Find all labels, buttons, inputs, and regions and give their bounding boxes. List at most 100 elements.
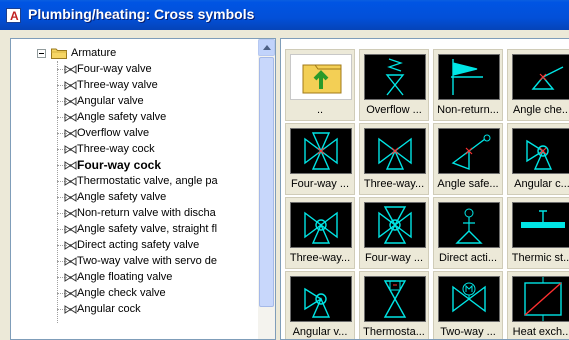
four-way-valve-icon bbox=[290, 128, 352, 174]
tree-item[interactable]: Four-way cock bbox=[11, 157, 258, 173]
symbol-tile[interactable]: Angle che... bbox=[507, 49, 569, 121]
tree-item[interactable]: Direct acting safety valve bbox=[11, 237, 258, 253]
tree-item-label: Angle safety valve, straight fl bbox=[77, 223, 218, 235]
symbol-tile-caption: Angular c... bbox=[514, 178, 569, 190]
symbol-grid[interactable]: .. Overflow ... Non-return... Angle che... F… bbox=[280, 38, 569, 340]
valve-symbol-icon bbox=[64, 241, 77, 250]
tree-item-label: Four-way cock bbox=[77, 158, 162, 172]
valve-symbol-icon bbox=[64, 65, 77, 74]
scroll-thumb[interactable] bbox=[259, 57, 274, 307]
tree-item[interactable]: Four-way valve bbox=[11, 61, 258, 77]
angle-check-valve-icon bbox=[512, 54, 569, 100]
symbol-tile[interactable]: Three-way... bbox=[359, 123, 429, 195]
tree-item[interactable]: Angle safety valve bbox=[11, 189, 258, 205]
symbol-tile-caption: Angular v... bbox=[292, 326, 348, 338]
tree-item-label: Angle safety valve bbox=[77, 111, 167, 123]
symbol-tile[interactable]: Non-return... bbox=[433, 49, 503, 121]
folder-icon bbox=[51, 48, 67, 59]
symbol-tile[interactable]: Two-way ... bbox=[433, 271, 503, 339]
direct-acting-valve-icon bbox=[438, 202, 500, 248]
symbol-tile[interactable]: Four-way ... bbox=[285, 123, 355, 195]
tree-item[interactable]: Angle safety valve, straight fl bbox=[11, 221, 258, 237]
valve-symbol-icon bbox=[64, 257, 77, 266]
symbol-tile[interactable]: Thermosta... bbox=[359, 271, 429, 339]
valve-symbol-icon bbox=[64, 289, 77, 298]
symbol-tile-caption: Heat exch... bbox=[512, 326, 569, 338]
tree-item-label: Angle floating valve bbox=[77, 271, 173, 283]
valve-symbol-icon bbox=[64, 145, 77, 154]
symbol-tree[interactable]: Armature Four-way valve Three-way valve An… bbox=[10, 38, 276, 340]
angular-valve-icon bbox=[290, 276, 352, 322]
two-way-servo-valve-icon bbox=[438, 276, 500, 322]
collapse-toggle-icon[interactable] bbox=[37, 49, 46, 58]
valve-symbol-icon bbox=[64, 129, 77, 138]
tree-item[interactable]: Angle floating valve bbox=[11, 269, 258, 285]
symbol-tile-caption: Three-way... bbox=[363, 178, 425, 190]
symbol-tile-caption: Thermic st... bbox=[511, 252, 569, 264]
thermic-strip-icon bbox=[512, 202, 569, 248]
tree-item-label: Overflow valve bbox=[77, 127, 150, 139]
valve-symbol-icon bbox=[64, 305, 77, 314]
scroll-up-icon[interactable] bbox=[258, 39, 275, 56]
tree-vertical-scrollbar[interactable] bbox=[258, 39, 275, 339]
symbol-tile-caption: Non-return... bbox=[437, 104, 499, 116]
valve-symbol-icon bbox=[64, 97, 77, 106]
symbol-tile[interactable]: Heat exch... bbox=[507, 271, 569, 339]
tree-item[interactable]: Angular cock bbox=[11, 301, 258, 317]
tree-item[interactable]: Angle check valve bbox=[11, 285, 258, 301]
valve-symbol-icon bbox=[64, 81, 77, 90]
symbol-tile-caption: Angle safe... bbox=[437, 178, 499, 190]
tree-item[interactable]: Thermostatic valve, angle pa bbox=[11, 173, 258, 189]
tree-item-label: Thermostatic valve, angle pa bbox=[77, 175, 218, 187]
app-icon bbox=[6, 8, 21, 23]
thermostatic-valve-icon bbox=[364, 276, 426, 322]
non-return-valve-icon bbox=[438, 54, 500, 100]
symbol-tile[interactable]: Angular v... bbox=[285, 271, 355, 339]
tree-folder-armature[interactable]: Armature bbox=[11, 45, 258, 61]
tree-item-label: Angle safety valve bbox=[77, 191, 167, 203]
symbol-tile-caption: Four-way ... bbox=[364, 252, 424, 264]
folder-up-icon bbox=[290, 54, 352, 100]
four-way-cock-icon bbox=[364, 202, 426, 248]
symbol-tile[interactable]: Thermic st... bbox=[507, 197, 569, 269]
symbol-tile[interactable]: Angular c... bbox=[507, 123, 569, 195]
tree-item-label: Non-return valve with discha bbox=[77, 207, 216, 219]
symbol-tile-caption: Two-way ... bbox=[440, 326, 496, 338]
symbol-tile[interactable]: Angle safe... bbox=[433, 123, 503, 195]
symbol-tile-caption: Angle che... bbox=[512, 104, 569, 116]
symbol-tile-caption: Overflow ... bbox=[366, 104, 422, 116]
tree-item-label: Direct acting safety valve bbox=[77, 239, 200, 251]
tree-item-label: Four-way valve bbox=[77, 63, 152, 75]
symbol-tile[interactable]: Direct acti... bbox=[433, 197, 503, 269]
tree-item[interactable]: Angle safety valve bbox=[11, 109, 258, 125]
heat-exchanger-icon bbox=[512, 276, 569, 322]
tree-item[interactable]: Non-return valve with discha bbox=[11, 205, 258, 221]
three-way-cock-icon bbox=[290, 202, 352, 248]
tree-item[interactable]: Three-way valve bbox=[11, 77, 258, 93]
tree-item[interactable]: Overflow valve bbox=[11, 125, 258, 141]
symbol-tile[interactable]: Overflow ... bbox=[359, 49, 429, 121]
tree-item-label: Two-way valve with servo de bbox=[77, 255, 217, 267]
valve-symbol-icon bbox=[64, 273, 77, 282]
tree-item-label: Three-way valve bbox=[77, 79, 158, 91]
symbol-tile[interactable]: .. bbox=[285, 49, 355, 121]
tree-item[interactable]: Angular valve bbox=[11, 93, 258, 109]
tree-item-label: Three-way cock bbox=[77, 143, 155, 155]
tree-item[interactable]: Two-way valve with servo de bbox=[11, 253, 258, 269]
symbol-tile-caption: .. bbox=[316, 104, 324, 116]
symbol-tile-caption: Direct acti... bbox=[438, 252, 498, 264]
overflow-valve-icon bbox=[364, 54, 426, 100]
symbol-tile[interactable]: Four-way ... bbox=[359, 197, 429, 269]
symbol-tile-caption: Thermosta... bbox=[363, 326, 425, 338]
angular-cock-icon bbox=[512, 128, 569, 174]
valve-symbol-icon bbox=[64, 113, 77, 122]
tree-item-label: Angle check valve bbox=[77, 287, 166, 299]
window-title: Plumbing/heating: Cross symbols bbox=[28, 6, 255, 22]
tree-item-label: Angular cock bbox=[77, 303, 141, 315]
valve-symbol-icon bbox=[64, 193, 77, 202]
tree-item[interactable]: Three-way cock bbox=[11, 141, 258, 157]
symbol-tile[interactable]: Three-way... bbox=[285, 197, 355, 269]
symbol-tile-caption: Four-way ... bbox=[290, 178, 350, 190]
tree-item-label: Angular valve bbox=[77, 95, 144, 107]
three-way-valve-icon bbox=[364, 128, 426, 174]
